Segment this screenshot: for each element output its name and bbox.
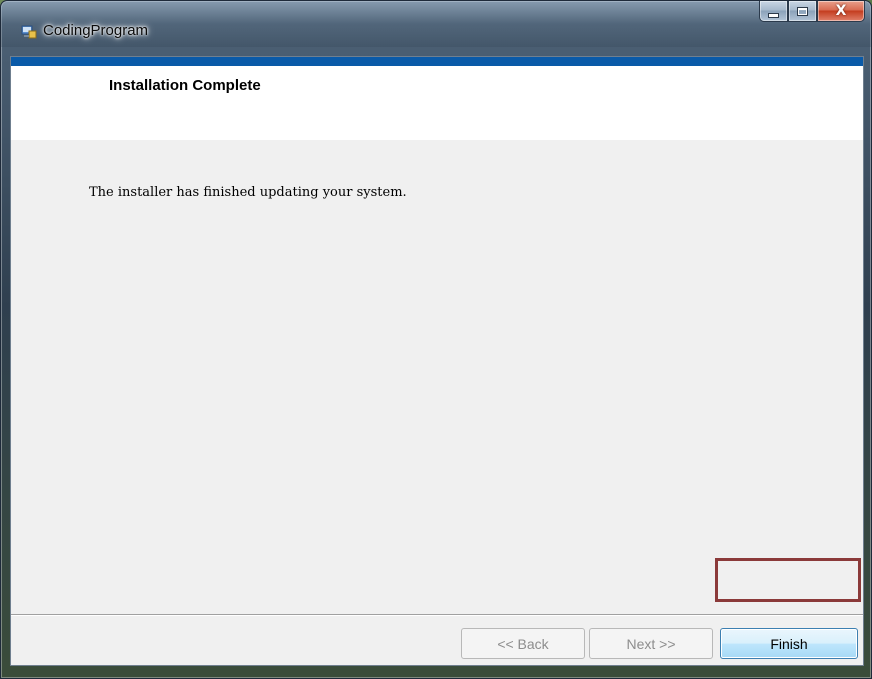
- back-button[interactable]: << Back: [461, 628, 585, 659]
- dialog-header: Installation Complete: [11, 66, 863, 140]
- finish-button[interactable]: Finish: [720, 628, 858, 659]
- close-button[interactable]: X: [817, 1, 865, 22]
- next-button[interactable]: Next >>: [589, 628, 713, 659]
- installer-app-icon: [21, 23, 37, 39]
- minimize-button[interactable]: [759, 1, 788, 22]
- minimize-icon: [768, 12, 779, 18]
- window-controls: X: [759, 1, 865, 25]
- maximize-icon: [797, 6, 808, 16]
- button-divider: [11, 614, 863, 616]
- accent-strip: [11, 57, 863, 66]
- dialog-client-area: Installation Complete The installer has …: [10, 56, 864, 666]
- completion-message: The installer has finished updating your…: [89, 185, 407, 200]
- installer-window: CodingProgram X Installation Complete Th…: [0, 0, 872, 679]
- close-icon: X: [835, 3, 847, 19]
- maximize-button[interactable]: [788, 1, 817, 22]
- page-title: Installation Complete: [109, 77, 261, 94]
- window-title: CodingProgram: [43, 22, 149, 39]
- highlight-box: [715, 558, 861, 602]
- title-bar[interactable]: CodingProgram X: [1, 1, 871, 47]
